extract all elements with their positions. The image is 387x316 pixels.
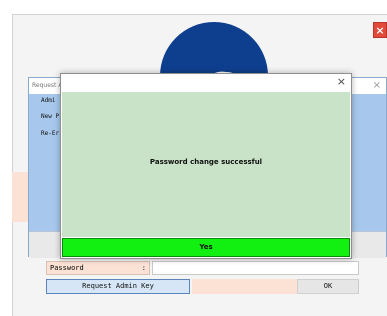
admin-label: Admi [41, 97, 56, 104]
app-close-button[interactable]: × [373, 22, 387, 38]
spacer-bar [192, 279, 297, 294]
request-admin-key-button[interactable]: Request Admin Key [46, 279, 190, 294]
modal-message: Password change successful [149, 158, 263, 166]
re-enter-label: Re-Er [41, 130, 60, 137]
modal-close-button[interactable]: × [337, 75, 346, 89]
password-label: Password : [46, 261, 150, 275]
success-modal: × Password change successful Yes [60, 73, 352, 259]
request-dialog-close-button[interactable]: × [373, 78, 381, 94]
new-password-label: New P [41, 113, 60, 120]
ok-button[interactable]: OK [297, 279, 359, 294]
request-dialog-title: Request A [32, 82, 63, 89]
password-colon: : [141, 264, 146, 272]
modal-body: Password change successful [62, 92, 350, 237]
password-input[interactable] [152, 261, 359, 275]
password-label-text: Password [50, 264, 84, 272]
yes-button[interactable]: Yes [62, 238, 350, 257]
